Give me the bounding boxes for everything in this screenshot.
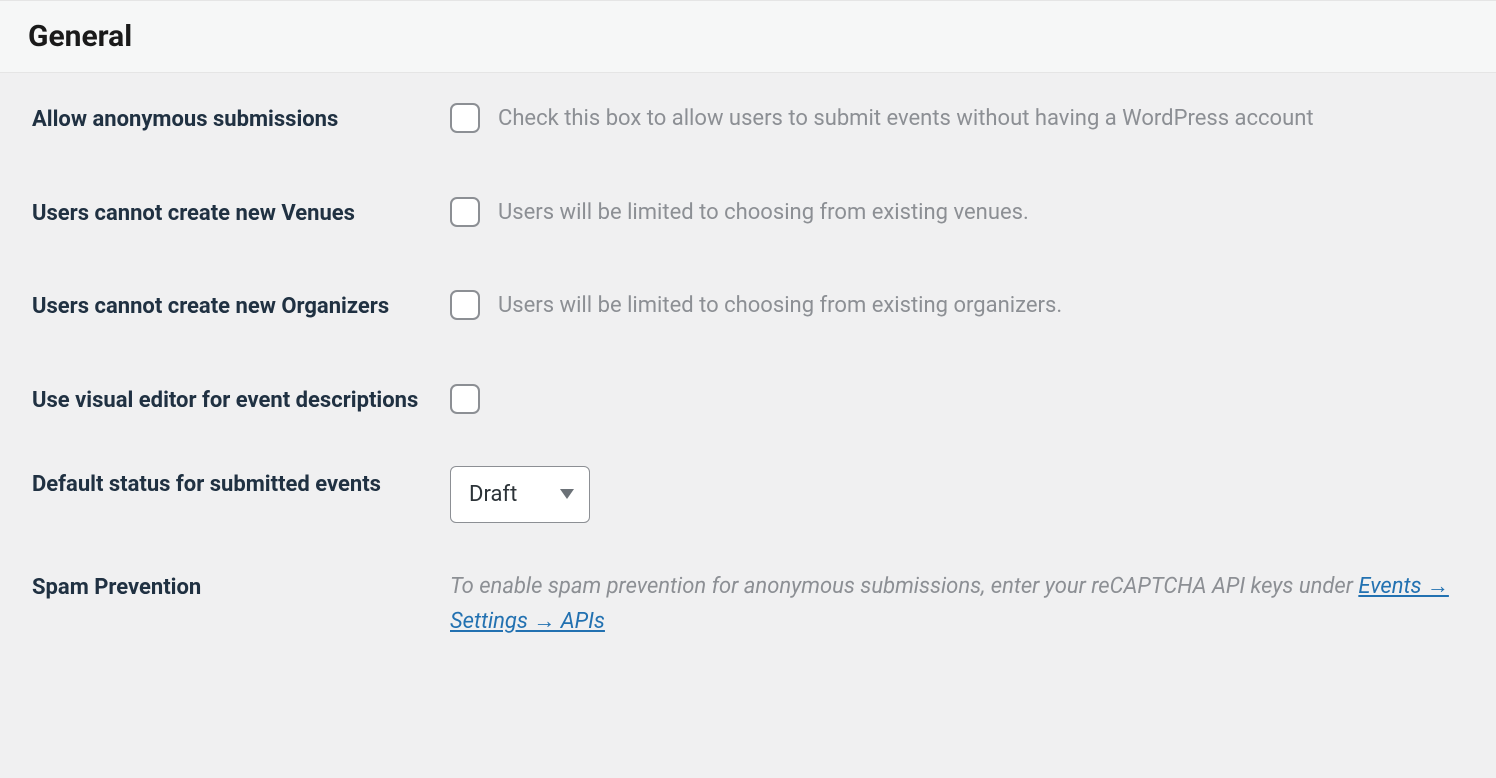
checkbox-allow-anonymous[interactable] xyxy=(450,103,480,133)
label-visual-editor: Use visual editor for event descriptions xyxy=(0,354,450,448)
desc-spam-prevention: To enable spam prevention for anonymous … xyxy=(450,574,1449,634)
desc-no-new-organizers: Users will be limited to choosing from e… xyxy=(498,288,1464,323)
label-no-new-venues: Users cannot create new Venues xyxy=(0,167,450,261)
desc-spam-prefix: To enable spam prevention for anonymous … xyxy=(450,574,1358,599)
desc-no-new-venues: Users will be limited to choosing from e… xyxy=(498,195,1464,230)
row-visual-editor: Use visual editor for event descriptions xyxy=(0,354,1496,448)
label-default-status: Default status for submitted events xyxy=(0,448,450,541)
label-allow-anonymous: Allow anonymous submissions xyxy=(0,73,450,167)
desc-allow-anonymous: Check this box to allow users to submit … xyxy=(498,101,1464,136)
section-header-general: General xyxy=(0,0,1496,73)
select-default-status[interactable]: Draft xyxy=(450,466,590,523)
label-spam-prevention: Spam Prevention xyxy=(0,541,450,667)
checkbox-no-new-venues[interactable] xyxy=(450,197,480,227)
row-default-status: Default status for submitted events Draf… xyxy=(0,448,1496,541)
row-allow-anonymous: Allow anonymous submissions Check this b… xyxy=(0,73,1496,167)
row-spam-prevention: Spam Prevention To enable spam preventio… xyxy=(0,541,1496,667)
select-default-status-value: Draft xyxy=(469,482,517,507)
settings-table: Allow anonymous submissions Check this b… xyxy=(0,73,1496,667)
row-no-new-organizers: Users cannot create new Organizers Users… xyxy=(0,260,1496,354)
row-no-new-venues: Users cannot create new Venues Users wil… xyxy=(0,167,1496,261)
checkbox-visual-editor[interactable] xyxy=(450,384,480,414)
section-title: General xyxy=(28,19,1468,54)
checkbox-no-new-organizers[interactable] xyxy=(450,290,480,320)
label-no-new-organizers: Users cannot create new Organizers xyxy=(0,260,450,354)
